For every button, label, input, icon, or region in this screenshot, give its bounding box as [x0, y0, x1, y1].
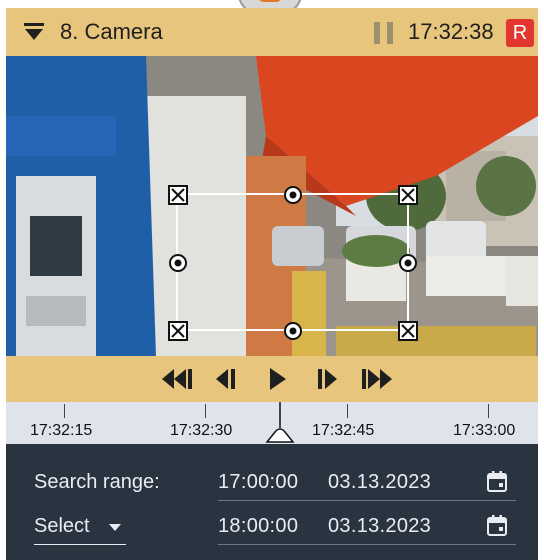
- timeline-label: 17:32:30: [170, 422, 233, 439]
- chevron-down-icon: [109, 524, 121, 531]
- start-time-field[interactable]: 17:00:00: [218, 471, 298, 494]
- timeline-label: 17:33:00: [453, 422, 516, 439]
- select-label: Select: [34, 515, 90, 537]
- record-badge[interactable]: R: [506, 19, 534, 47]
- end-field-underline: [218, 544, 516, 545]
- selection-edge-handle[interactable]: [168, 253, 188, 273]
- start-date-field[interactable]: 03.13.2023: [328, 471, 431, 494]
- camera-title: 8. Camera: [60, 19, 163, 44]
- timeline-tick: [347, 404, 348, 418]
- search-panel: Search range: 17:00:00 03.13.2023 Select…: [6, 444, 538, 560]
- play-icon[interactable]: [268, 366, 288, 392]
- timeline-label: 17:32:15: [30, 422, 93, 439]
- pause-icon[interactable]: [374, 22, 394, 44]
- selection-corner-handle[interactable]: [168, 185, 188, 205]
- calendar-icon[interactable]: [486, 470, 508, 492]
- skip-back-icon[interactable]: [160, 366, 194, 392]
- timeline-label: 17:32:45: [312, 422, 375, 439]
- playback-controls: [6, 356, 538, 402]
- selection-corner-handle[interactable]: [398, 321, 418, 341]
- selection-corner-handle[interactable]: [398, 185, 418, 205]
- timeline-tick: [64, 404, 65, 418]
- timeline[interactable]: 17:32:15 17:32:30 17:32:45 17:33:00: [6, 402, 538, 444]
- skip-forward-icon[interactable]: [360, 366, 394, 392]
- selection-edge-handle[interactable]: [283, 321, 303, 341]
- selection-edge-handle[interactable]: [283, 185, 303, 205]
- camera-video[interactable]: [6, 56, 538, 356]
- chevron-down-icon[interactable]: [24, 23, 44, 43]
- calendar-icon[interactable]: [486, 514, 508, 536]
- selection-edge-handle[interactable]: [398, 253, 418, 273]
- current-time: 17:32:38: [408, 19, 494, 44]
- selection-corner-handle[interactable]: [168, 321, 188, 341]
- video-frame: [6, 56, 538, 356]
- start-field-underline: [218, 500, 516, 501]
- end-time-field[interactable]: 18:00:00: [218, 515, 298, 538]
- end-date-field[interactable]: 03.13.2023: [328, 515, 431, 538]
- step-forward-icon[interactable]: [316, 366, 340, 392]
- camera-header: 8. Camera 17:32:38 R: [6, 8, 538, 56]
- timeline-tick: [205, 404, 206, 418]
- select-dropdown[interactable]: Select: [34, 512, 126, 545]
- step-back-icon[interactable]: [214, 366, 238, 392]
- timeline-tick: [488, 404, 489, 418]
- timeline-cursor[interactable]: [264, 402, 296, 444]
- search-range-label: Search range:: [34, 471, 160, 493]
